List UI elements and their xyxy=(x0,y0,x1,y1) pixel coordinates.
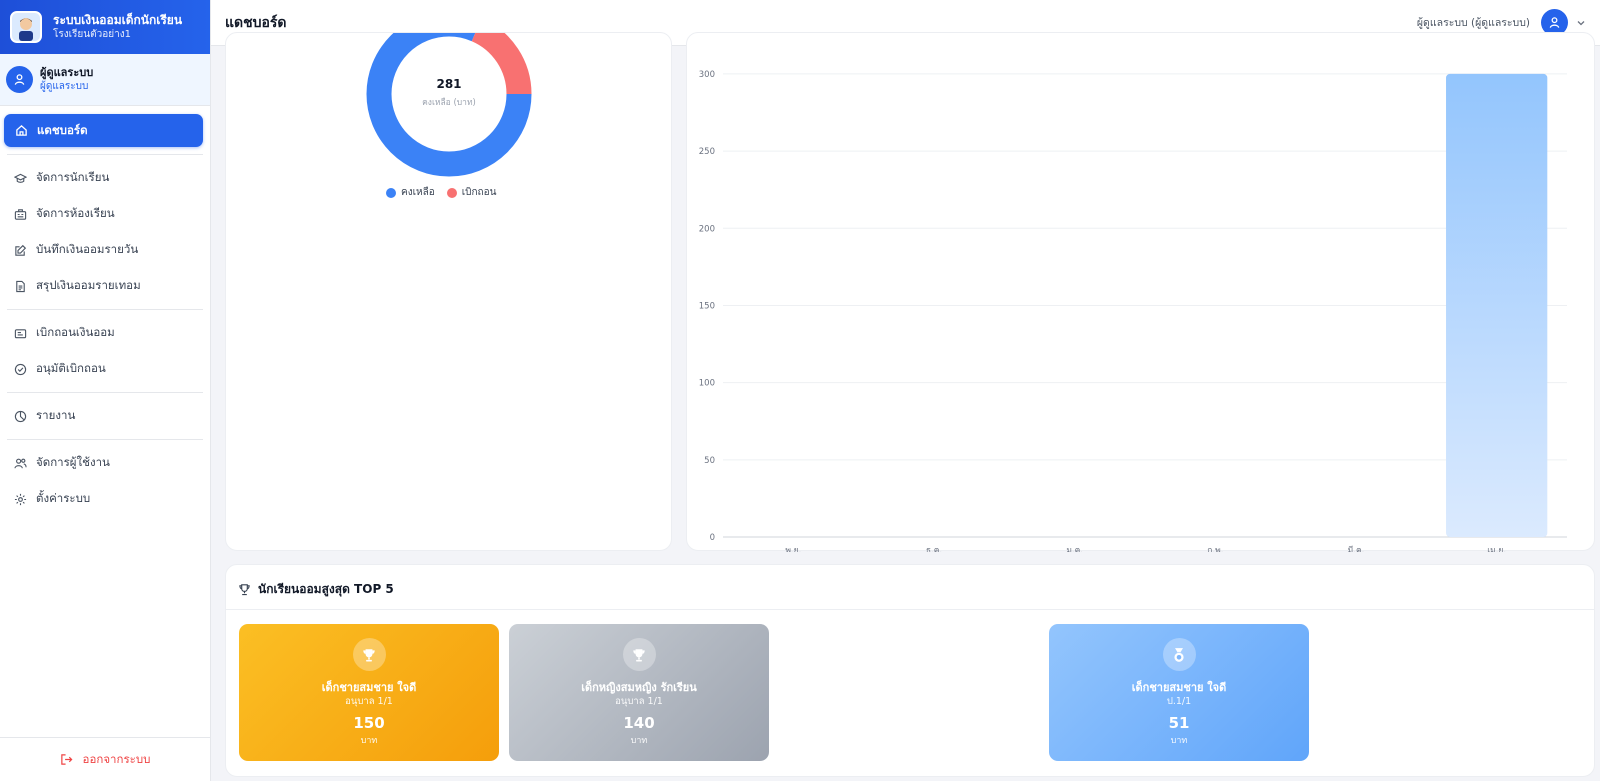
trophy-icon xyxy=(622,638,656,671)
donut-center-value: 281 xyxy=(436,77,462,91)
sidebar-item-label: จัดการผู้ใช้งาน xyxy=(36,455,110,469)
sidebar-item-daily-savings[interactable]: บันทึกเงินออมรายวัน xyxy=(0,232,210,268)
logout-icon xyxy=(60,753,74,767)
check-circle-icon xyxy=(13,362,27,376)
y-tick-label: 150 xyxy=(699,301,715,311)
medal-icon xyxy=(1162,638,1196,671)
page-title: แดชบอร์ด xyxy=(225,14,287,31)
x-tick-label: พ.ย. xyxy=(785,546,801,552)
rank-card-3[interactable]: เด็กชายสมชาย ใจดี ป.1/1 51 บาท xyxy=(1049,624,1309,761)
y-tick-label: 0 xyxy=(710,533,715,543)
monthly-savings-bar-chart: 0 50 100 150 200 250 300 พ.ย. ธ.ค. ม.ค. ก.พ. มี.ค. เ… xyxy=(699,70,1567,552)
rank-student-class: อนุบาล 1/1 xyxy=(615,696,663,707)
sidebar-item-label: สรุปเงินออมรายเทอม xyxy=(36,278,141,292)
document-icon xyxy=(13,279,27,293)
y-tick-label: 50 xyxy=(704,456,715,466)
user-avatar-icon xyxy=(6,66,33,93)
rank-unit: บาท xyxy=(630,736,648,746)
y-tick-label: 300 xyxy=(699,70,715,80)
y-tick-label: 250 xyxy=(699,147,715,157)
balance-donut-chart xyxy=(366,33,532,177)
trophy-icon xyxy=(238,583,251,596)
x-tick-label: มี.ค. xyxy=(1348,545,1365,552)
classroom-icon xyxy=(13,207,27,221)
top5-savers-card: นักเรียนออมสูงสุด TOP 5 เด็กชายสมชาย ใจด… xyxy=(225,564,1595,777)
sidebar-item-label: ตั้งค่าระบบ xyxy=(36,491,91,505)
chevron-down-icon xyxy=(1576,13,1586,32)
sidebar-item-approve-withdraw[interactable]: อนุมัติเบิกถอน xyxy=(0,351,210,387)
sidebar-item-settings[interactable]: ตั้งค่าระบบ xyxy=(0,481,210,517)
sidebar-item-label: บันทึกเงินออมรายวัน xyxy=(36,242,139,256)
top5-title-text: นักเรียนออมสูงสุด TOP 5 xyxy=(258,582,394,596)
x-tick-label: ธ.ค. xyxy=(926,546,942,552)
rank-card-2[interactable]: เด็กหญิงสมหญิง รักเรียน อนุบาล 1/1 140 บ… xyxy=(509,624,769,761)
sidebar-user: ผู้ดูแลระบบ ผู้ดูแลระบบ xyxy=(0,54,210,106)
gear-icon xyxy=(13,492,27,506)
rank-student-name: เด็กชายสมชาย ใจดี xyxy=(1131,681,1227,694)
legend-swatch-balance xyxy=(386,187,396,198)
sidebar-item-students[interactable]: จัดการนักเรียน xyxy=(0,160,210,196)
sidebar: ระบบเงินออมเด็กนักเรียน โรงเรียนตัวอย่าง… xyxy=(0,0,211,781)
school-logo-icon xyxy=(10,11,42,43)
rank-amount: 51 xyxy=(1168,714,1190,732)
donut-legend: คงเหลือ เบิกถอน xyxy=(386,185,496,200)
legend-label-balance: คงเหลือ xyxy=(401,187,435,198)
rank-amount: 140 xyxy=(623,714,655,732)
monthly-savings-chart-card: 0 50 100 150 200 250 300 พ.ย. ธ.ค. ม.ค. ก.พ. มี.ค. เ… xyxy=(686,32,1595,552)
rank-student-class: อนุบาล 1/1 xyxy=(345,696,393,707)
sidebar-item-label: รายงาน xyxy=(36,408,76,422)
x-tick-label: เม.ย. xyxy=(1487,546,1506,552)
rank-unit: บาท xyxy=(1170,736,1188,746)
trophy-icon xyxy=(352,638,386,671)
donut-center-label: คงเหลือ (บาท) xyxy=(422,98,476,108)
y-tick-label: 100 xyxy=(699,379,715,389)
sidebar-item-reports[interactable]: รายงาน xyxy=(0,398,210,434)
sidebar-item-label: จัดการห้องเรียน xyxy=(36,206,115,220)
legend-label-withdraw: เบิกถอน xyxy=(461,187,497,198)
wallet-icon xyxy=(13,326,27,340)
divider xyxy=(226,609,1594,610)
y-tick-label: 200 xyxy=(699,224,715,234)
legend-swatch-withdraw xyxy=(446,187,457,198)
logout-button[interactable]: ออกจากระบบ xyxy=(0,737,210,781)
pie-chart-icon xyxy=(13,409,27,423)
edit-icon xyxy=(13,243,27,257)
x-tick-label: ม.ค. xyxy=(1066,546,1083,552)
sidebar-item-classrooms[interactable]: จัดการห้องเรียน xyxy=(0,196,210,232)
app-title: ระบบเงินออมเด็กนักเรียน xyxy=(53,12,183,27)
sidebar-item-label: จัดการนักเรียน xyxy=(36,170,110,184)
rank-student-name: เด็กหญิงสมหญิง รักเรียน xyxy=(581,681,697,694)
rank-card-1[interactable]: เด็กชายสมชาย ใจดี อนุบาล 1/1 150 บาท xyxy=(239,624,499,761)
users-icon xyxy=(13,456,27,470)
rank-amount: 150 xyxy=(353,714,385,732)
bar-5[interactable] xyxy=(1446,73,1548,537)
graduation-cap-icon xyxy=(13,171,27,185)
header-user-label: ผู้ดูแลระบบ (ผู้ดูแลระบบ) xyxy=(1416,17,1530,29)
brand-header[interactable]: ระบบเงินออมเด็กนักเรียน โรงเรียนตัวอย่าง… xyxy=(0,0,210,54)
school-name: โรงเรียนตัวอย่าง1 xyxy=(53,28,131,40)
sidebar-item-label: แดชบอร์ด xyxy=(37,122,88,137)
sidebar-user-name: ผู้ดูแลระบบ xyxy=(40,66,94,79)
sidebar-user-role: ผู้ดูแลระบบ xyxy=(40,81,89,92)
sidebar-item-withdraw[interactable]: เบิกถอนเงินออม xyxy=(0,315,210,351)
sidebar-item-users[interactable]: จัดการผู้ใช้งาน xyxy=(0,445,210,481)
logout-label: ออกจากระบบ xyxy=(82,751,151,766)
balance-donut-card: 281 คงเหลือ (บาท) คงเหลือ เบิกถอน xyxy=(225,32,672,551)
home-icon xyxy=(14,124,28,138)
sidebar-item-dashboard[interactable]: แดชบอร์ด xyxy=(4,114,203,147)
top5-title: นักเรียนออมสูงสุด TOP 5 xyxy=(238,580,394,599)
x-tick-label: ก.พ. xyxy=(1207,546,1223,552)
sidebar-item-term-summary[interactable]: สรุปเงินออมรายเทอม xyxy=(0,268,210,304)
rank-student-class: ป.1/1 xyxy=(1166,696,1192,707)
rank-unit: บาท xyxy=(360,736,378,746)
sidebar-item-label: อนุมัติเบิกถอน xyxy=(36,361,106,375)
sidebar-item-label: เบิกถอนเงินออม xyxy=(36,325,115,339)
rank-student-name: เด็กชายสมชาย ใจดี xyxy=(321,681,417,694)
